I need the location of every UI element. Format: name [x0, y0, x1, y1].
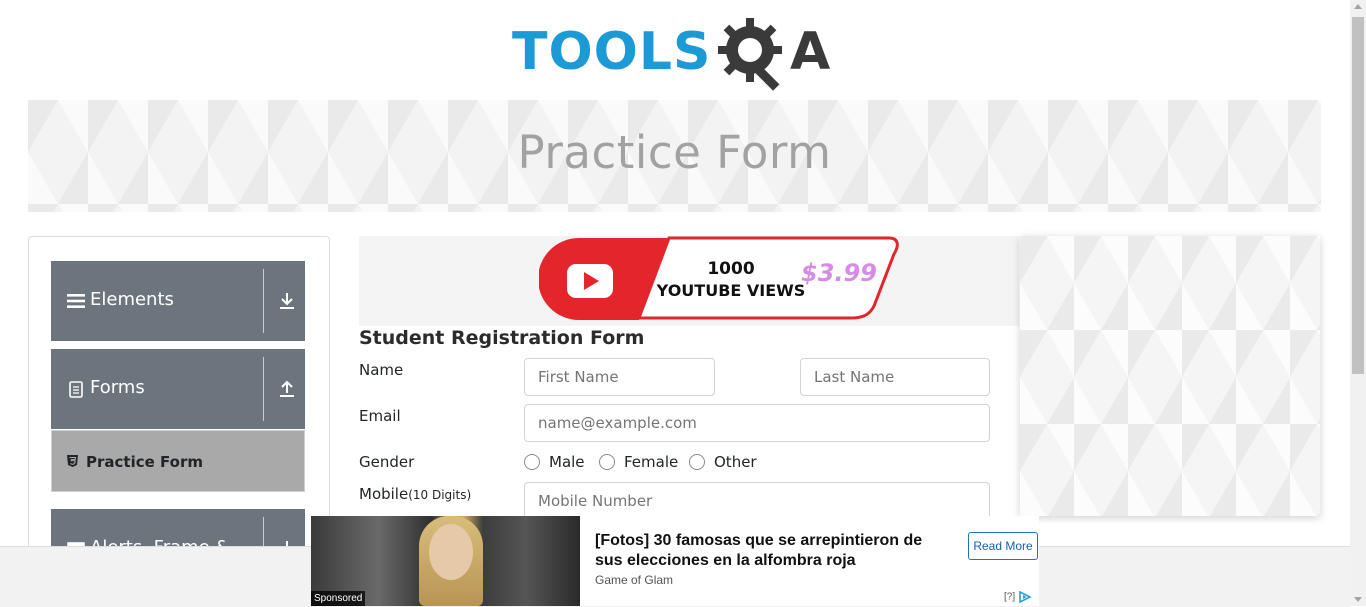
- youtube-views-ad-graphic: 1000 YOUTUBE VIEWS $3.99: [539, 236, 899, 320]
- mobile-label-text: Mobile: [359, 485, 409, 503]
- sidebar-item-label: Practice Form: [86, 453, 203, 471]
- ad-photo[interactable]: Sponsored: [311, 516, 580, 606]
- scroll-down-icon[interactable]: [1354, 597, 1362, 602]
- page-title: Practice Form: [517, 126, 832, 179]
- page-scrollbar[interactable]: [1350, 0, 1366, 606]
- email-input[interactable]: [524, 404, 990, 442]
- first-name-input[interactable]: [524, 358, 715, 396]
- adchoices-icon[interactable]: [?]: [1004, 590, 1032, 604]
- sidebar-group-label: Elements: [90, 289, 174, 310]
- hamburger-icon: [67, 294, 85, 308]
- radio-circle[interactable]: [599, 454, 615, 470]
- toolsqa-logo[interactable]: TOOLS A: [512, 14, 842, 94]
- sidebar-item-practice-form[interactable]: Practice Form: [51, 430, 305, 492]
- ad-text-youtube-views: YOUTUBE VIEWS: [656, 281, 806, 300]
- upload-arrow-icon[interactable]: [277, 379, 297, 399]
- radio-circle[interactable]: [524, 454, 540, 470]
- sidebar-group-label: Forms: [90, 377, 145, 398]
- mobile-input[interactable]: [524, 482, 990, 520]
- read-more-button[interactable]: Read More: [968, 532, 1038, 560]
- divider: [263, 357, 264, 421]
- ad-photo-face: [429, 524, 473, 580]
- ad-source: Game of Glam: [595, 573, 674, 587]
- gear-magnifier-icon: [718, 18, 782, 91]
- radio-label-female[interactable]: Female: [624, 453, 678, 471]
- mobile-label: Mobile(10 Digits): [359, 485, 471, 503]
- divider: [263, 269, 264, 333]
- radio-circle[interactable]: [689, 454, 705, 470]
- sidebar-group-elements[interactable]: Elements: [51, 261, 305, 341]
- name-label: Name: [359, 361, 404, 379]
- radio-label-other[interactable]: Other: [714, 453, 757, 471]
- youtube-views-ad[interactable]: 1000 YOUTUBE VIEWS $3.99: [359, 236, 1019, 326]
- sidebar-group-forms[interactable]: Forms: [51, 349, 305, 429]
- scroll-up-icon[interactable]: [1354, 4, 1362, 9]
- logo-text-tools: TOOLS: [512, 22, 712, 82]
- html5-icon: [67, 455, 78, 467]
- email-label: Email: [359, 407, 401, 425]
- mobile-hint: (10 Digits): [408, 488, 472, 502]
- sponsored-label: Sponsored: [311, 591, 366, 606]
- ad-text-1000: 1000: [707, 259, 754, 279]
- last-name-input[interactable]: [800, 358, 990, 396]
- scrollbar-thumb[interactable]: [1352, 17, 1364, 374]
- ad-price: $3.99: [801, 259, 877, 287]
- document-icon: [69, 381, 83, 398]
- adchoices-label: [?]: [1004, 591, 1016, 603]
- ad-headline[interactable]: [Fotos] 30 famosas que se arrepintieron …: [595, 531, 940, 571]
- radio-label-male[interactable]: Male: [549, 453, 585, 471]
- gender-label: Gender: [359, 453, 415, 471]
- page-banner: Practice Form: [28, 100, 1321, 212]
- side-ad-placeholder: [1020, 236, 1320, 516]
- sponsored-ad[interactable]: Sponsored [Fotos] 30 famosas que se arre…: [311, 516, 1039, 606]
- logo-text-a: A: [790, 22, 831, 82]
- sidebar: Elements Forms Practice Form Alerts,: [28, 236, 330, 578]
- adchoices-triangle-icon: [1019, 590, 1032, 604]
- form-title: Student Registration Form: [359, 327, 645, 349]
- download-arrow-icon[interactable]: [277, 291, 297, 311]
